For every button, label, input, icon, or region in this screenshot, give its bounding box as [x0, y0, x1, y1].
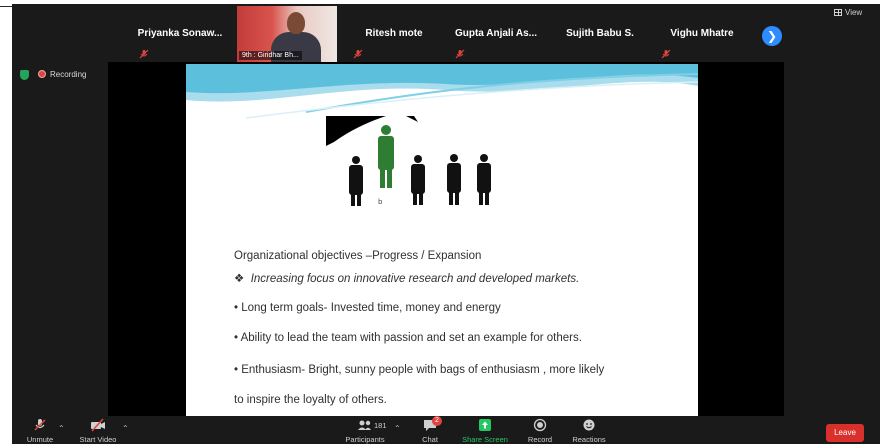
participant-name: Ritesh mote [365, 28, 423, 39]
diamond-bullet-icon: ❖ [234, 273, 245, 285]
record-button[interactable]: Record [524, 416, 556, 444]
participant-tile[interactable]: Sujith Babu S. [550, 6, 650, 62]
recording-label: Recording [50, 70, 87, 79]
slide-header-wave [186, 64, 698, 119]
slide-bullet: • Enthusiasm- Bright, sunny people with … [234, 364, 605, 376]
view-label: View [845, 8, 863, 17]
muted-mic-icon [139, 49, 149, 59]
gallery-strip: Priyanka Sonaw... 9th : Giridhar Bh... R… [12, 4, 880, 62]
italic-point-text: Increasing focus on innovative research … [250, 273, 580, 285]
recording-indicator[interactable]: Recording [38, 70, 86, 79]
unmute-button[interactable]: Unmute [22, 416, 58, 444]
participant-tile[interactable]: Ritesh mote [344, 6, 444, 62]
share-screen-label: Share Screen [462, 435, 508, 444]
record-icon [533, 418, 547, 432]
zoom-meeting-window: Priyanka Sonaw... 9th : Giridhar Bh... R… [12, 4, 880, 444]
leave-button[interactable]: Leave [826, 424, 864, 442]
participant-name: Vighu Mhatre [670, 28, 734, 39]
participant-tile[interactable]: Priyanka Sonaw... [130, 6, 230, 62]
recording-dot-icon [38, 70, 46, 78]
slide-bullet: • Ability to lead the team with passion … [234, 332, 582, 344]
slide-heading: Organizational objectives –Progress / Ex… [234, 250, 482, 262]
participants-icon [358, 420, 371, 430]
muted-mic-icon [34, 419, 46, 431]
participant-name: Sujith Babu S. [566, 28, 634, 39]
start-video-button[interactable]: Start Video [76, 416, 120, 444]
page-margin [0, 0, 12, 444]
reactions-icon [583, 419, 595, 431]
participant-video-tile[interactable]: 9th : Giridhar Bh... [237, 6, 337, 62]
view-button[interactable]: View [834, 8, 862, 17]
slide-bullet: • Long term goals- Invested time, money … [234, 302, 501, 314]
participants-caret-icon[interactable]: ⌃ [394, 424, 401, 433]
shared-screen: b Organizational objectives –Progress / … [108, 62, 784, 416]
unmute-label: Unmute [26, 435, 54, 444]
muted-mic-icon [353, 49, 363, 59]
participant-video-head [287, 12, 305, 34]
security-shield-icon[interactable] [20, 70, 29, 80]
reactions-button[interactable]: Reactions [570, 416, 608, 444]
participant-name: Priyanka Sonaw... [137, 28, 223, 39]
video-options-caret-icon[interactable]: ⌃ [122, 424, 129, 433]
participant-caption: 9th : Giridhar Bh... [239, 51, 302, 60]
participants-count: 181 [374, 421, 387, 430]
meeting-toolbar: Unmute ⌃ Start Video ⌃ Participants 181 … [12, 416, 880, 444]
participants-label: Participants [345, 435, 385, 444]
art-caption: b [378, 198, 383, 206]
muted-mic-icon [455, 49, 465, 59]
slide-italic-point: ❖ Increasing focus on innovative researc… [234, 271, 579, 285]
leadership-silhouettes-image: b [326, 116, 491, 206]
reactions-label: Reactions [572, 435, 606, 444]
share-screen-icon [479, 419, 491, 431]
share-screen-button[interactable]: Share Screen [462, 416, 508, 444]
slide-bullet-continuation: to inspire the loyalty of others. [234, 394, 387, 406]
next-page-button[interactable]: ❯ [762, 26, 782, 46]
chat-badge: 2 [432, 416, 442, 426]
video-off-icon [91, 418, 105, 432]
chevron-right-icon: ❯ [766, 29, 778, 43]
audio-options-caret-icon[interactable]: ⌃ [58, 424, 65, 433]
start-video-label: Start Video [79, 435, 117, 444]
record-label: Record [527, 435, 553, 444]
chat-label: Chat [422, 435, 438, 444]
participant-tile[interactable]: Gupta Anjali As... [446, 6, 546, 62]
participant-tile[interactable]: Vighu Mhatre [652, 6, 752, 62]
participant-name: Gupta Anjali As... [454, 28, 538, 39]
grid-view-icon [834, 9, 842, 16]
presentation-slide: b Organizational objectives –Progress / … [186, 64, 698, 416]
muted-mic-icon [661, 49, 671, 59]
